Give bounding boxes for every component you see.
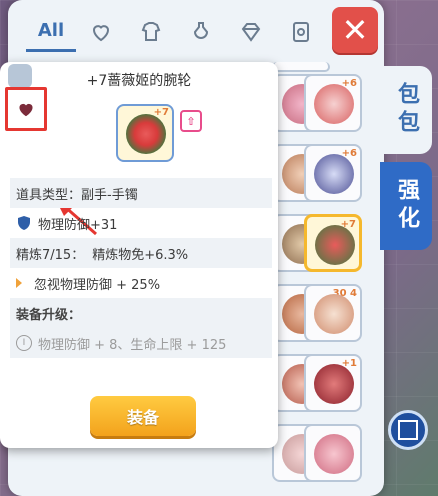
roman-numeral-icon: I xyxy=(16,335,32,351)
armor-tab-icon xyxy=(141,22,161,41)
defense-value: 物理防御+31 xyxy=(38,217,118,233)
tab-potion[interactable] xyxy=(176,12,226,52)
refine-stat: 精炼7/15： 精炼物免+6.3% xyxy=(10,238,272,268)
ignore-def-text: 忽视物理防御 + 25% xyxy=(34,277,161,293)
tab-gem[interactable] xyxy=(226,12,276,52)
defense-stat: 物理防御+31 xyxy=(10,208,272,238)
item-art xyxy=(314,154,354,194)
upgrade-arrow-icon: ⇧ xyxy=(180,110,202,132)
tab-card[interactable] xyxy=(276,12,326,52)
tab-accessory[interactable] xyxy=(76,12,126,52)
inventory-slot-selected[interactable]: +7 xyxy=(304,214,362,272)
card-tab-icon xyxy=(293,22,309,42)
heart-tab-icon xyxy=(92,25,110,42)
item-art xyxy=(314,434,354,474)
inventory-slot[interactable] xyxy=(272,62,330,72)
tab-all[interactable]: All xyxy=(26,12,76,52)
upgrade-line: I 物理防御 + 8、生命上限 + 125 xyxy=(10,328,272,358)
close-button[interactable]: ✕ xyxy=(332,7,378,53)
expand-button[interactable] xyxy=(388,410,428,450)
expand-icon xyxy=(398,420,418,440)
item-type-text: 道具类型：副手-手镯 xyxy=(16,187,138,203)
heart-icon xyxy=(19,103,33,117)
equip-button[interactable]: 装备 xyxy=(90,396,196,436)
shield-icon xyxy=(18,216,30,230)
upgrade-header: 装备升级： xyxy=(10,298,272,328)
item-icon: +7 xyxy=(116,104,174,162)
refine-level: 精炼7/15： xyxy=(16,247,85,263)
item-stats: 道具类型：副手-手镯 物理防御+31 精炼7/15： 精炼物免+6.3% 忽视物… xyxy=(10,178,272,358)
item-art xyxy=(314,364,354,404)
favorite-toggle[interactable] xyxy=(5,87,47,131)
item-art xyxy=(314,294,354,334)
upgrade-header-text: 装备升级： xyxy=(16,307,82,323)
bracelet-art xyxy=(126,114,166,154)
inventory-slot[interactable] xyxy=(304,424,362,482)
item-art xyxy=(314,84,354,124)
gem-tab-icon xyxy=(241,23,261,42)
item-type: 道具类型：副手-手镯 xyxy=(10,178,272,208)
tab-armor[interactable] xyxy=(126,12,176,52)
side-tab-enhance[interactable]: 强化 xyxy=(380,162,432,250)
potion-tab-icon xyxy=(193,22,209,39)
ignore-def-stat: 忽视物理防御 + 25% xyxy=(10,268,272,298)
item-art xyxy=(315,225,355,265)
bag-tab-bar: All xyxy=(26,12,326,52)
refine-bonus: 精炼物免+6.3% xyxy=(92,247,189,263)
bullet-icon xyxy=(16,278,22,288)
inventory-slot[interactable]: +6 xyxy=(304,74,362,132)
inventory-slot[interactable]: +1 xyxy=(304,354,362,412)
inventory-slot[interactable]: +6 xyxy=(304,144,362,202)
inventory-slot[interactable]: 30 4 xyxy=(304,284,362,342)
upgrade-line-text: 物理防御 + 8、生命上限 + 125 xyxy=(38,337,227,353)
item-tooltip: +7蔷薇姬的腕轮 +7 ⇧ 道具类型：副手-手镯 物理防御+31 精炼7/15：… xyxy=(0,62,278,448)
side-tab-bag[interactable]: 包包 xyxy=(380,66,432,154)
